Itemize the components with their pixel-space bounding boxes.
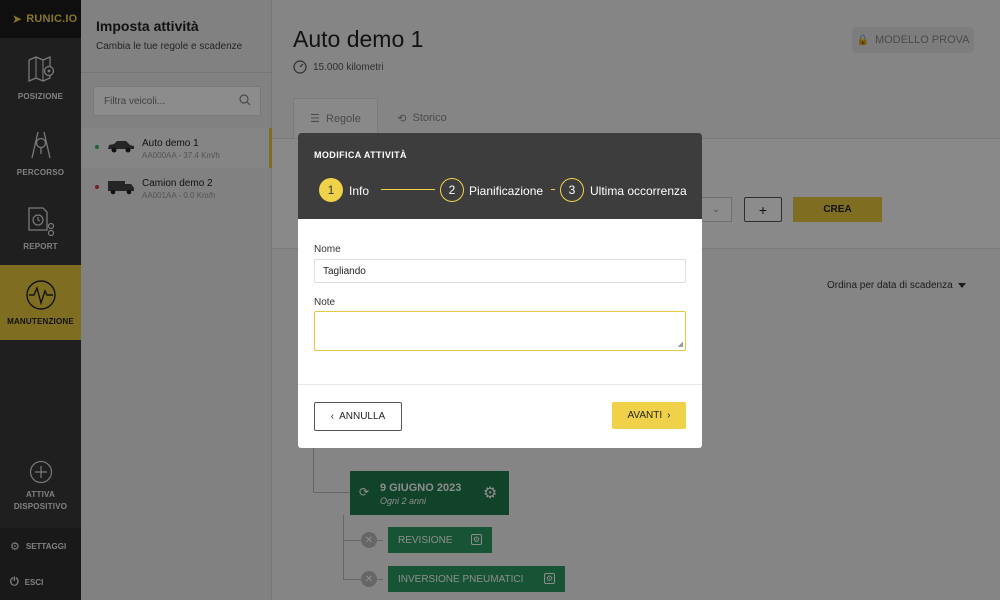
edit-activity-modal: MODIFICA ATTIVITÀ 1 Info 2 Pianificazion… [298,133,702,448]
step-connector [551,189,555,190]
next-button[interactable]: AVANTI › [612,402,686,429]
step-3-label: Ultima occorrenza [590,184,687,198]
name-label: Nome [314,244,341,255]
notes-textarea[interactable]: ◢ [314,311,686,351]
step-1-label: Info [349,184,370,198]
chevron-right-icon: › [667,410,671,421]
step-2-indicator[interactable]: 2 [440,178,464,202]
modal-header: MODIFICA ATTIVITÀ 1 Info 2 Pianificazion… [298,133,702,219]
step-3-indicator[interactable]: 3 [560,178,584,202]
step-connector [381,189,435,190]
modal-footer-divider [298,384,702,385]
chevron-left-icon: ‹ [330,411,335,422]
step-2-label: Pianificazione [469,184,544,198]
resize-handle-icon[interactable]: ◢ [678,340,683,348]
notes-label: Note [314,297,336,308]
step-1-indicator[interactable]: 1 [319,178,343,202]
cancel-button[interactable]: ‹ ANNULLA [314,402,402,431]
name-input[interactable]: Tagliando [314,259,686,283]
modal-title: MODIFICA ATTIVITÀ [314,150,407,160]
